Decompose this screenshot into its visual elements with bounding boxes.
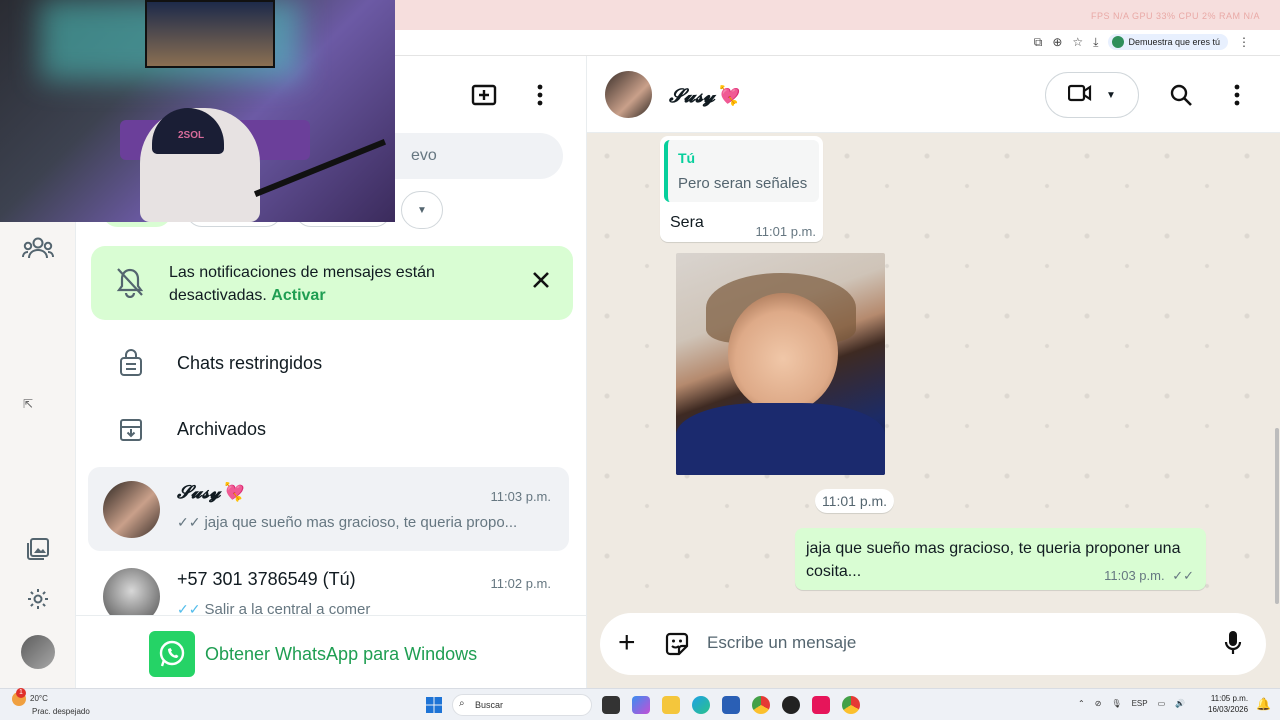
chevron-up-icon[interactable]: ⌃ (1078, 699, 1085, 708)
get-app-banner[interactable]: Obtener WhatsApp para Windows (76, 615, 586, 688)
edge-icon[interactable] (692, 696, 710, 714)
tiktok-icon[interactable] (812, 696, 830, 714)
incoming-message[interactable]: Tú Pero seran señales Sera 11:01 p.m. (660, 136, 823, 242)
notification-banner: Las notificaciones de mensajes están des… (91, 246, 573, 320)
quoted-author: Tú (678, 150, 696, 166)
windows-start-icon[interactable] (426, 697, 442, 713)
chrome-profile-icon[interactable] (842, 696, 860, 714)
network-off-icon[interactable]: ⊘ (1095, 699, 1102, 708)
webcam-tv-image (145, 0, 275, 68)
microphone-icon[interactable] (1224, 630, 1242, 661)
new-chat-icon[interactable] (471, 83, 497, 112)
search-icon: ⌕ (459, 698, 465, 709)
taskbar-apps (602, 696, 860, 714)
copilot-icon[interactable] (632, 696, 650, 714)
verify-logo-icon (1112, 36, 1125, 48)
performance-overlay: FPS N/A GPU 33% CPU 2% RAM N/A (1090, 11, 1260, 21)
chat-time: 11:03 p.m. (490, 489, 551, 504)
chat-name: 𝓢𝓾𝓼𝔂💘 (177, 482, 244, 503)
file-explorer-icon[interactable] (662, 696, 680, 714)
contact-name[interactable]: 𝓢𝓾𝓼𝔂💘 (669, 84, 739, 107)
double-check-icon: ✓✓ (1172, 568, 1194, 583)
activate-link[interactable]: Activar (271, 287, 325, 304)
bell-off-icon (115, 266, 145, 303)
bookmark-star-icon[interactable]: ☆ (1072, 35, 1083, 49)
media-gallery-icon[interactable] (21, 532, 55, 566)
archived-item[interactable]: Archivados (177, 419, 266, 440)
contact-avatar (103, 481, 160, 538)
quoted-text: Pero seran señales (678, 175, 808, 192)
display-icon[interactable]: ▭ (1158, 699, 1166, 708)
search-icon[interactable] (1169, 83, 1193, 112)
language-indicator[interactable]: ESP (1132, 699, 1148, 708)
zoom-icon[interactable]: ⊕ (1052, 35, 1062, 49)
chat-time: 11:02 p.m. (490, 576, 551, 591)
photo-face (728, 293, 838, 413)
archive-icon (118, 417, 146, 445)
verify-button[interactable]: Demuestra que eres tú (1108, 34, 1228, 50)
conversation-scrollbar[interactable] (1275, 428, 1279, 604)
incoming-photo[interactable] (676, 253, 885, 475)
chrome-icon[interactable] (752, 696, 770, 714)
quoted-message[interactable]: Tú Pero seran señales (664, 140, 819, 202)
attach-plus-icon[interactable]: + (618, 628, 636, 658)
sticker-icon[interactable] (664, 631, 690, 662)
settings-gear-icon[interactable] (21, 582, 55, 616)
chevron-down-icon: ▼ (417, 204, 427, 216)
profile-avatar[interactable] (21, 635, 55, 669)
install-app-icon[interactable]: ⧉ (1034, 35, 1043, 50)
message-input[interactable]: Escribe un mensaje (707, 633, 856, 653)
message-composer: + Escribe un mensaje (600, 613, 1266, 675)
video-call-button[interactable]: ▼ (1045, 72, 1139, 118)
conversation-header: 𝓢𝓾𝓼𝔂💘 ▼ (587, 56, 1280, 133)
filter-more-button[interactable]: ▼ (401, 191, 443, 229)
photo-shirt (676, 403, 885, 475)
restricted-chats-item[interactable]: Chats restringidos (177, 353, 322, 374)
browser-menu-icon[interactable]: ⋮ (1238, 35, 1250, 49)
weather-badge: 1 (16, 688, 26, 698)
communities-icon[interactable] (21, 231, 55, 265)
video-camera-icon (1067, 84, 1092, 107)
weather-widget[interactable]: 1 20°C Prac. despejado (12, 688, 90, 717)
conversation-menu-icon[interactable] (1233, 84, 1241, 111)
list-menu-icon[interactable] (536, 84, 544, 111)
nav-rail: ⇱ (0, 222, 76, 688)
webcam-cap-logo: 2SOL (178, 130, 205, 141)
download-icon[interactable]: ⤓ (1093, 35, 1098, 50)
message-time: 11:01 p.m. (755, 224, 816, 239)
webcam-overlay: 2SOL (0, 0, 395, 222)
store-icon[interactable] (722, 696, 740, 714)
photo-time-chip: 11:01 p.m. (815, 489, 894, 513)
taskbar-search[interactable]: ⌕ Buscar (452, 694, 592, 716)
conversation-panel: 𝓢𝓾𝓼𝔂💘 ▼ Tú Pero seran señales Sera 11:01… (587, 56, 1280, 688)
notification-bell-icon[interactable]: 🔔 (1256, 697, 1271, 711)
taskbar-clock[interactable]: 11:05 p.m. 16/03/2026 (1208, 693, 1248, 715)
restricted-chats-icon (118, 349, 146, 377)
mouse-cursor-icon: ⇱ (23, 397, 34, 411)
whatsapp-logo-icon (149, 631, 195, 677)
system-tray: ⌃ ⊘ 🎙 ESP ▭ 🔊 (1078, 699, 1185, 708)
windows-taskbar: 1 20°C Prac. despejado ⌕ Buscar ⌃ ⊘ 🎙 ESP… (0, 688, 1280, 720)
microphone-tray-icon[interactable]: 🎙 (1111, 699, 1121, 708)
close-icon[interactable] (532, 271, 550, 294)
notification-text: Las notificaciones de mensajes están des… (169, 264, 435, 304)
obs-icon[interactable] (782, 696, 800, 714)
message-time: 11:03 p.m. ✓✓ (1104, 568, 1194, 583)
taskview-icon[interactable] (602, 696, 620, 714)
chat-name: +57 301 3786549 (Tú) (177, 569, 356, 589)
double-check-icon: ✓✓ (177, 514, 201, 530)
chevron-down-icon: ▼ (1106, 89, 1116, 101)
get-app-label: Obtener WhatsApp para Windows (205, 644, 478, 664)
outgoing-message[interactable]: jaja que sueño mas gracioso, te queria p… (795, 528, 1206, 590)
weather-sun-icon: 1 (12, 688, 26, 706)
message-text: Sera (670, 214, 704, 231)
volume-icon[interactable]: 🔊 (1175, 699, 1185, 708)
browser-toolbar-icons: ⧉ ⊕ ☆ ⤓ Demuestra que eres tú ⋮ (1034, 34, 1250, 50)
contact-avatar[interactable] (605, 71, 652, 118)
chat-preview: ✓✓ jaja que sueño mas gracioso, te queria… (177, 514, 518, 531)
chat-row[interactable]: 𝓢𝓾𝓼𝔂💘 11:03 p.m. ✓✓ jaja que sueño mas gr… (88, 467, 569, 551)
